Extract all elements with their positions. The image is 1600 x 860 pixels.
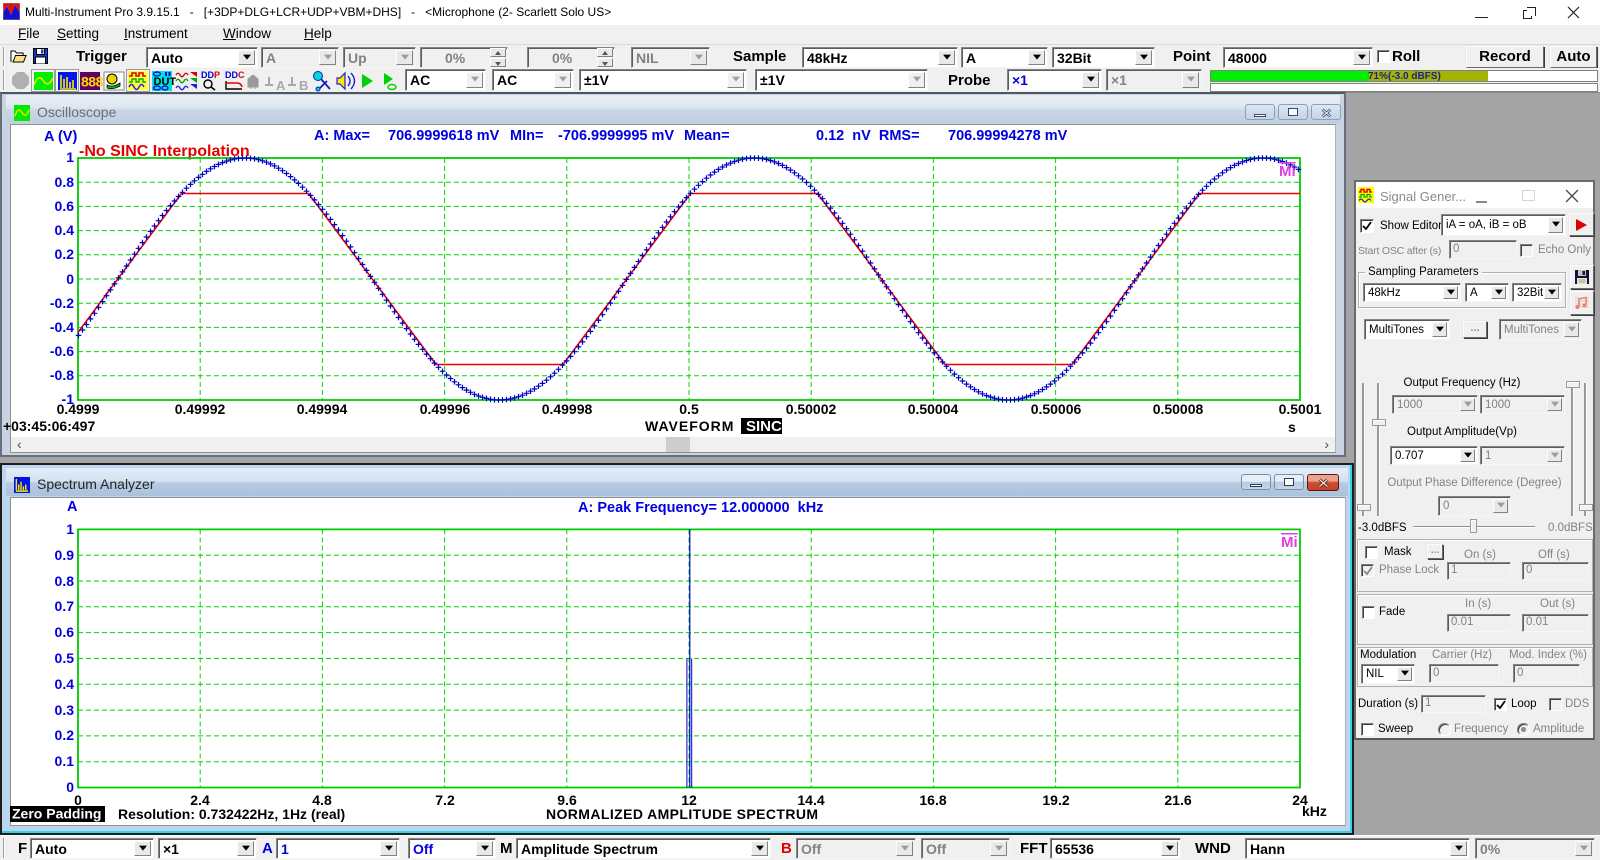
svg-text:888: 888 <box>81 74 104 90</box>
svg-text:B: B <box>299 78 308 92</box>
svg-text:C: C <box>238 70 245 80</box>
svg-text:DD: DD <box>225 70 238 80</box>
svg-text:A: A <box>276 78 286 92</box>
svg-text:P: P <box>214 70 220 80</box>
svg-text:DD: DD <box>201 70 214 80</box>
